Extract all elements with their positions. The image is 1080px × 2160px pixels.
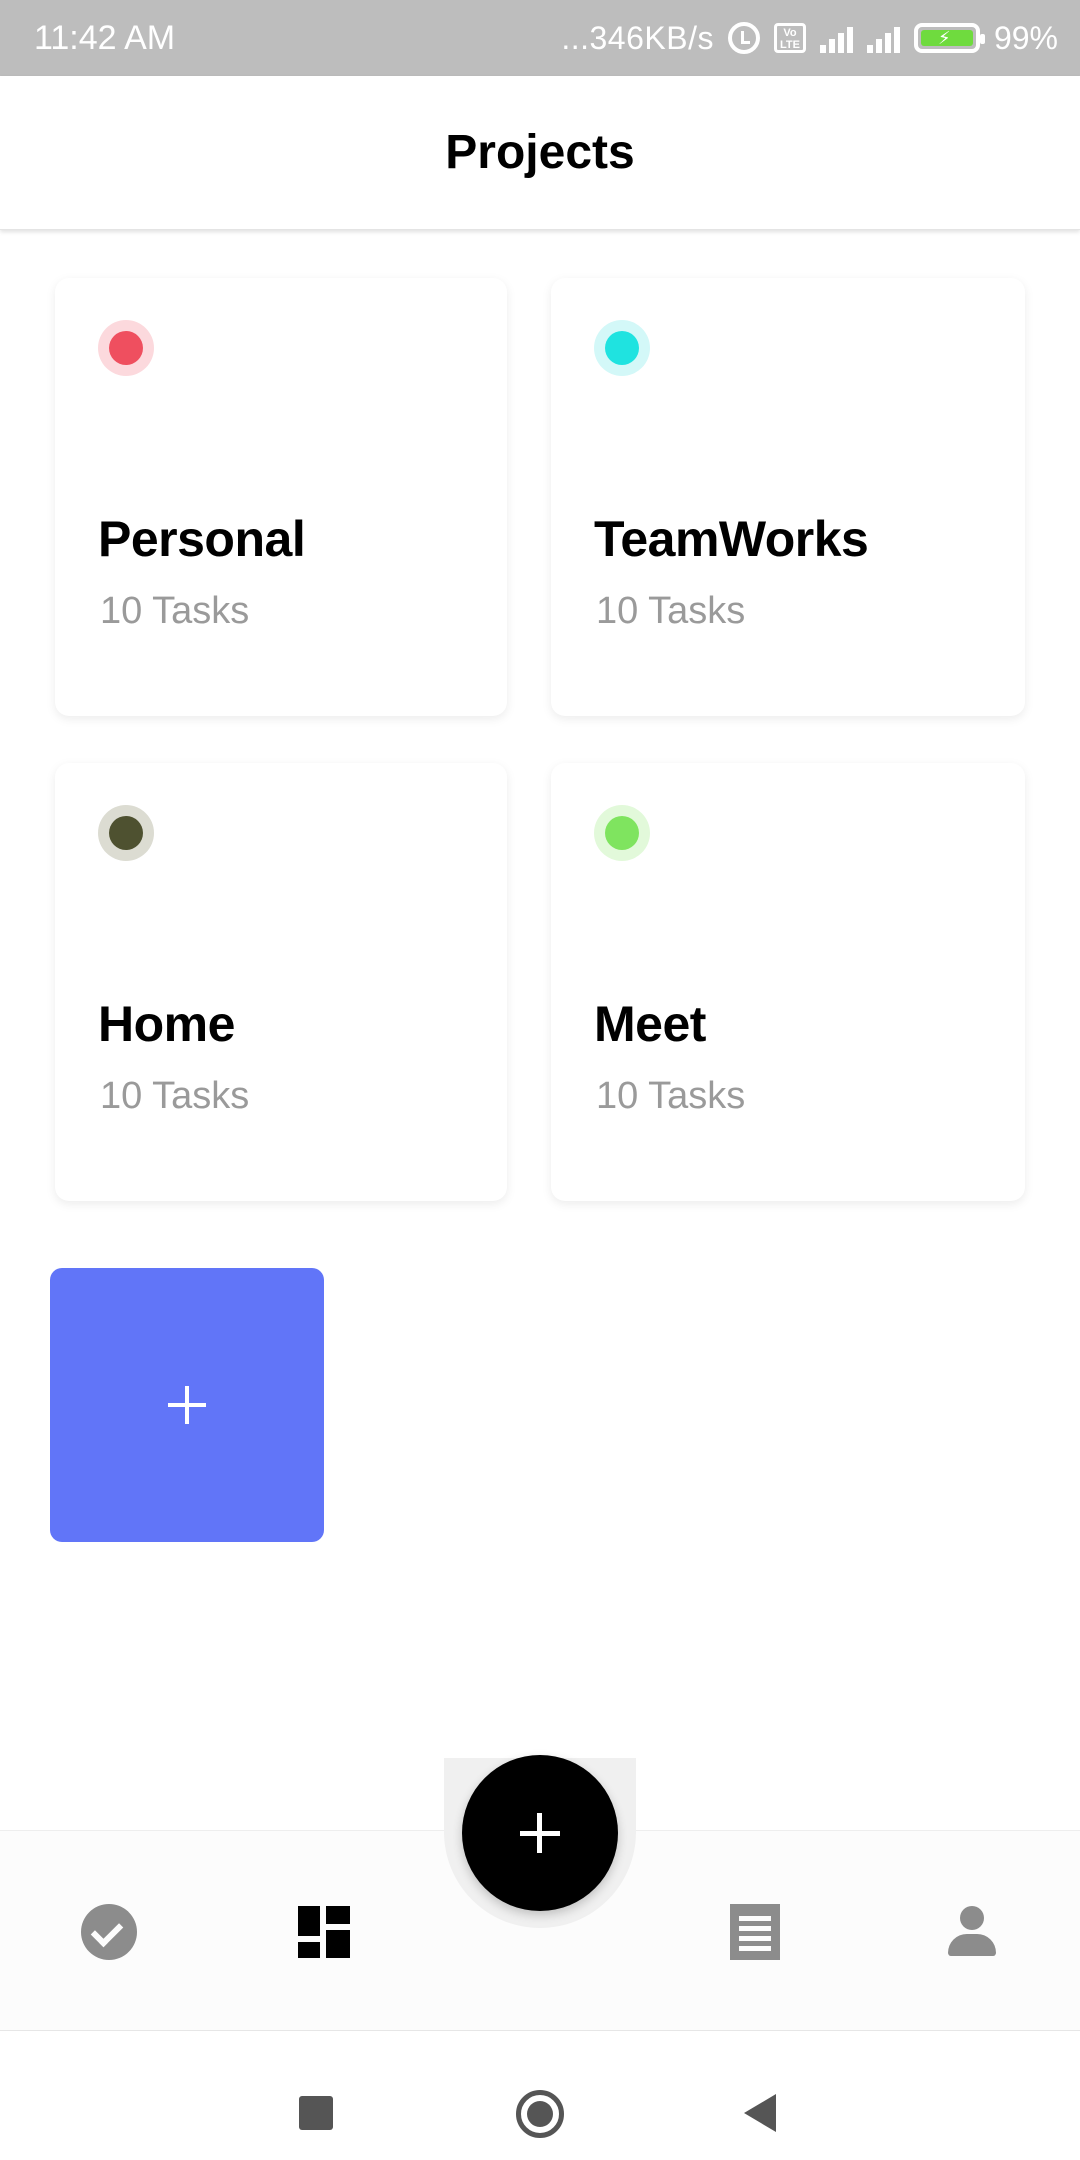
project-card-personal[interactable]: Personal 10 Tasks [55,278,507,716]
add-project-button[interactable] [50,1268,324,1542]
project-card-home[interactable]: Home 10 Tasks [55,763,507,1201]
status-bar: 11:42 AM ...346KB/s Vo LTE ⚡ 99% [0,0,1080,76]
dashboard-icon[interactable] [298,1906,350,1958]
signal-icon [819,23,853,53]
page-title: Projects [445,126,635,179]
signal-icon-2 [866,23,900,53]
receipt-icon[interactable] [730,1904,780,1960]
alarm-icon [727,22,760,54]
project-color-dot [594,320,650,376]
project-color-dot [98,320,154,376]
project-name: TeamWorks [594,511,869,567]
status-icons: ...346KB/s Vo LTE ⚡ 99% [561,0,1058,76]
person-icon[interactable] [948,1906,996,1958]
back-triangle-icon[interactable] [744,2094,776,2132]
project-task-count: 10 Tasks [100,590,250,632]
project-card-teamworks[interactable]: TeamWorks 10 Tasks [551,278,1025,716]
project-task-count: 10 Tasks [596,590,746,632]
add-task-fab[interactable] [462,1755,618,1911]
project-name: Meet [594,996,706,1052]
project-task-count: 10 Tasks [596,1075,746,1117]
app-header: Projects [0,76,1080,230]
battery-charging-icon: ⚡ [913,23,985,53]
project-name: Home [98,996,235,1052]
project-name: Personal [98,511,306,567]
status-time: 11:42 AM [34,19,176,57]
project-color-dot [594,805,650,861]
home-circle-icon[interactable] [516,2090,564,2138]
battery-percent: 99% [993,19,1058,56]
check-circle-icon[interactable] [81,1904,137,1960]
project-color-dot [98,805,154,861]
project-card-meet[interactable]: Meet 10 Tasks [551,763,1025,1201]
recents-square-icon[interactable] [299,2096,333,2130]
network-speed: ...346KB/s [561,19,714,56]
volte-icon: Vo LTE [773,23,806,53]
project-task-count: 10 Tasks [100,1075,250,1117]
system-nav-bar [0,2030,1080,2160]
